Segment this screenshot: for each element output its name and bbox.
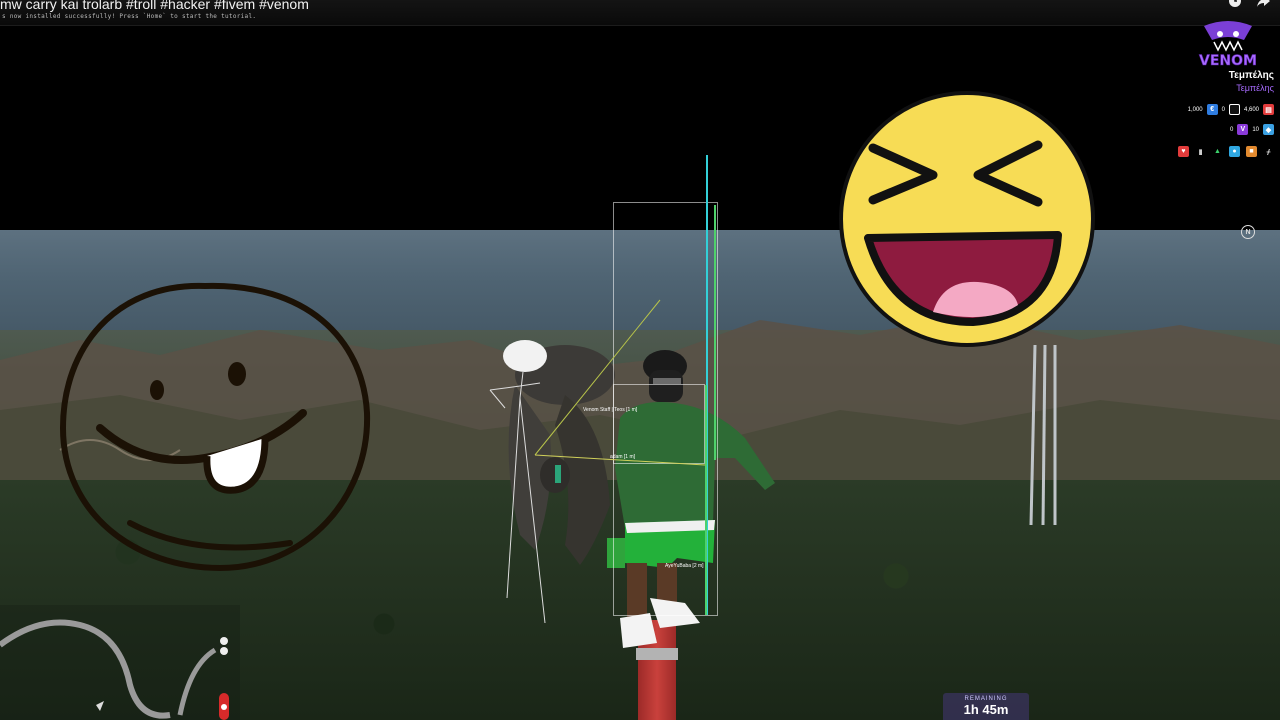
esp-label-ayeyubaba: AyeYuBaba [2 m]	[665, 563, 704, 569]
esp-tracers	[534, 155, 716, 615]
vcoin-value: 0	[1229, 126, 1234, 133]
doodle-smiley-sticker	[59, 282, 371, 572]
svg-text:VENOM: VENOM	[1199, 53, 1257, 69]
watch-later-icon[interactable]	[1228, 0, 1242, 12]
v-coin-icon: V	[1237, 124, 1249, 135]
remaining-timer: REMAINING 1h 45m	[943, 693, 1029, 720]
lock-icon: ▮	[1198, 148, 1203, 156]
status-row: ♥ ▮ ▲ ● ■ ᚋ	[1178, 146, 1274, 157]
gem-value: 10	[1252, 126, 1259, 133]
cash-icon: €	[1206, 104, 1218, 115]
player-job: Τεμπέλης	[1236, 83, 1274, 93]
game-viewport: Venom Staff | Teos [1 m] adam [1 m] AyeY…	[0, 0, 1280, 720]
share-icon[interactable]	[1256, 0, 1270, 12]
wallet-icon	[1228, 104, 1240, 115]
esp-label-adam: adam [1 m]	[610, 454, 636, 460]
food-icon: ■	[1246, 146, 1257, 157]
player-hud: VENOM Τεμπέλης Τεμπέλης 1,000 € 0 4,600 …	[1160, 20, 1280, 170]
minimap	[0, 605, 240, 720]
gem-icon: ◆	[1263, 124, 1274, 135]
cash-value: 1,000	[1187, 106, 1203, 113]
armor-icon: ▲	[1214, 148, 1221, 155]
wallet-value: 0	[1221, 106, 1225, 113]
stamina-icon: ᚋ	[1266, 148, 1271, 156]
esp-label-staff: Venom Staff | Teos [1 m]	[583, 407, 638, 413]
install-notice: s now installed successfully! Press `Hom…	[2, 13, 257, 20]
laughing-emoji-sticker	[839, 91, 1095, 347]
bank-value: 4,600	[1243, 106, 1259, 113]
player-name: Τεμπέλης	[1228, 70, 1274, 81]
tower-structure	[1029, 345, 1057, 526]
heart-icon: ♥	[1178, 146, 1189, 157]
compass-north-icon: N	[1241, 225, 1255, 239]
video-title-bar: mw carry kai trolarb #troll #hacker #fiv…	[0, 0, 1280, 26]
vip-row: 0 V 10 ◆	[1230, 124, 1274, 135]
bank-icon: ▤	[1263, 104, 1274, 115]
remaining-value: 1h 45m	[963, 702, 1009, 717]
video-title: mw carry kai trolarb #troll #hacker #fiv…	[0, 0, 309, 12]
money-row: 1,000 € 0 4,600 ▤	[1188, 104, 1274, 115]
venom-logo: VENOM	[1199, 21, 1257, 69]
water-icon: ●	[1229, 146, 1240, 157]
